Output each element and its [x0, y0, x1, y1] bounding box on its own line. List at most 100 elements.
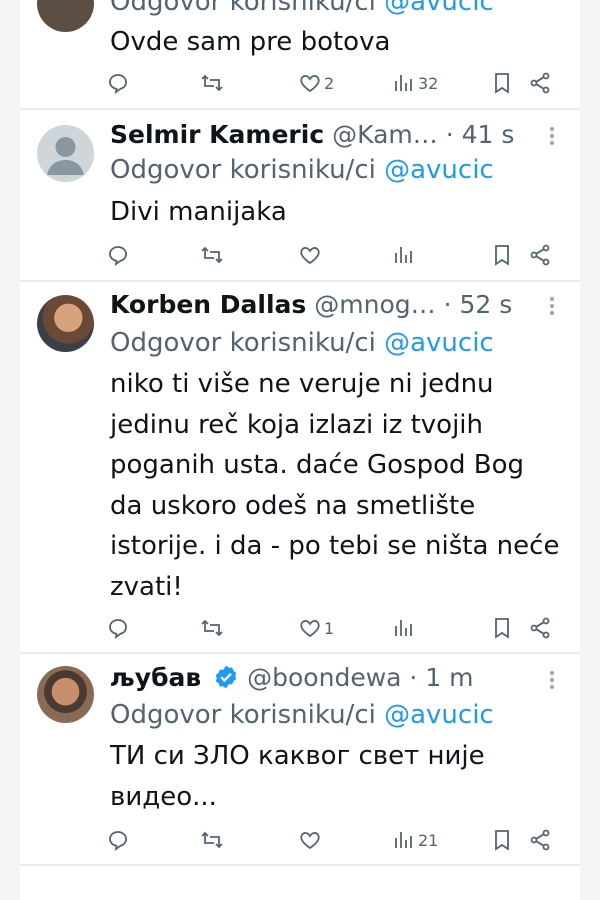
share-button[interactable] [528, 613, 552, 643]
like-count: 2 [324, 73, 335, 93]
user-handle[interactable]: @mnog… [314, 290, 435, 319]
avatar[interactable] [37, 125, 94, 182]
views-icon [395, 75, 412, 91]
views-icon [395, 832, 412, 848]
share-icon [530, 244, 550, 266]
reply-context: Odgovor korisniku/ci @avucic [110, 698, 494, 732]
user-handle[interactable]: @boondewa [247, 663, 401, 692]
tweet-header: Korben Dallas @mnog… · 52 s [110, 290, 513, 319]
tweet[interactable]: Selmir Kameric @Kam… · 41 s Odgovor kori… [20, 108, 580, 282]
display-name[interactable]: љубав [110, 663, 201, 692]
avatar[interactable] [37, 295, 94, 352]
reply-button[interactable] [106, 240, 130, 270]
tweet-actions: 1 [98, 613, 578, 643]
avatar[interactable] [37, 0, 94, 32]
display-name[interactable]: Selmir Kameric [110, 120, 324, 149]
reply-prefix: Odgovor korisniku/ci [110, 155, 376, 185]
bookmark-icon [495, 830, 509, 851]
reply-context: Odgovor korisniku/ci @avucic [110, 153, 494, 187]
like-button[interactable]: 1 [298, 613, 334, 643]
heart-icon [300, 620, 320, 638]
tweet-actions [98, 240, 578, 270]
retweet-icon [201, 246, 223, 264]
like-button[interactable] [298, 240, 322, 270]
more-options-icon[interactable] [544, 294, 560, 324]
retweet-button[interactable] [200, 825, 224, 855]
retweet-button[interactable] [200, 240, 224, 270]
bookmark-button[interactable] [490, 613, 514, 643]
reply-icon [109, 74, 127, 94]
heart-icon [300, 832, 320, 850]
reply-prefix: Odgovor korisniku/ci [110, 0, 376, 17]
share-icon [530, 72, 550, 94]
reply-button[interactable] [106, 825, 130, 855]
views-button[interactable] [392, 240, 416, 270]
views-icon [395, 247, 412, 263]
tweet[interactable]: Odgovor korisniku/ci @avucic Ovde sam pr… [20, 0, 580, 110]
default-person-icon [47, 137, 84, 175]
screen-edge-right [580, 0, 600, 900]
reply-mention-link[interactable]: @avucic [384, 155, 494, 185]
views-button[interactable] [392, 613, 416, 643]
like-count: 1 [324, 618, 335, 638]
share-button[interactable] [528, 825, 552, 855]
reply-feed: Odgovor korisniku/ci @avucic Ovde sam pr… [20, 0, 580, 900]
screen-edge-left [0, 0, 20, 900]
reply-mention-link[interactable]: @avucic [384, 0, 494, 17]
share-icon [530, 829, 550, 851]
heart-icon [300, 75, 320, 93]
reply-context: Odgovor korisniku/ci @avucic [110, 326, 494, 360]
share-icon [530, 617, 550, 639]
like-button[interactable]: 2 [298, 68, 334, 98]
share-button[interactable] [528, 240, 552, 270]
tweet-header: љубав @boondewa · 1 m [110, 663, 474, 692]
display-name[interactable]: Korben Dallas [110, 290, 306, 319]
tweet-actions: 2 32 [98, 68, 578, 98]
timestamp[interactable]: 52 s [460, 290, 513, 319]
tweet-header: Selmir Kameric @Kam… · 41 s [110, 120, 515, 149]
retweet-icon [201, 831, 223, 849]
bookmark-icon [495, 245, 509, 266]
share-button[interactable] [528, 68, 552, 98]
tweet-actions: 21 [98, 825, 578, 855]
like-button[interactable] [298, 825, 322, 855]
reply-mention-link[interactable]: @avucic [384, 700, 494, 730]
views-button[interactable]: 21 [392, 825, 438, 855]
verified-badge-icon [215, 665, 237, 689]
tweet-text: Ovde sam pre botova [110, 27, 391, 57]
heart-icon [300, 247, 320, 265]
retweet-icon [201, 74, 223, 92]
reply-context: Odgovor korisniku/ci @avucic [110, 0, 494, 19]
user-handle[interactable]: @Kam… [332, 120, 438, 149]
bookmark-button[interactable] [490, 240, 514, 270]
reply-prefix: Odgovor korisniku/ci [110, 700, 376, 730]
reply-prefix: Odgovor korisniku/ci [110, 328, 376, 358]
reply-icon [109, 831, 127, 851]
avatar[interactable] [37, 666, 94, 723]
bookmark-icon [495, 618, 509, 639]
timestamp[interactable]: 41 s [462, 120, 515, 149]
tweet[interactable]: Korben Dallas @mnog… · 52 s Odgovor kori… [20, 282, 580, 654]
view-count: 21 [418, 830, 439, 850]
reply-mention-link[interactable]: @avucic [384, 328, 494, 358]
timestamp[interactable]: 1 m [425, 663, 473, 692]
tweet[interactable]: љубав @boondewa · 1 m Odgovor korisniku/… [20, 654, 580, 866]
reply-button[interactable] [106, 613, 130, 643]
retweet-button[interactable] [200, 613, 224, 643]
views-icon [395, 620, 412, 636]
more-options-icon[interactable] [544, 124, 560, 154]
tweet-text: niko ti više ne veruje ni jednu jedinu r… [110, 369, 560, 602]
reply-icon [109, 619, 127, 639]
view-count: 32 [418, 73, 439, 93]
bookmark-button[interactable] [490, 68, 514, 98]
tweet-text: ТИ си ЗЛО каквог свет није видео... [110, 741, 485, 812]
bookmark-icon [495, 73, 509, 94]
views-button[interactable]: 32 [392, 68, 438, 98]
retweet-button[interactable] [200, 68, 224, 98]
reply-button[interactable] [106, 68, 130, 98]
tweet-text: Divi manijaka [110, 197, 287, 227]
reply-icon [109, 246, 127, 266]
more-options-icon[interactable] [544, 668, 560, 698]
retweet-icon [201, 619, 223, 637]
bookmark-button[interactable] [490, 825, 514, 855]
